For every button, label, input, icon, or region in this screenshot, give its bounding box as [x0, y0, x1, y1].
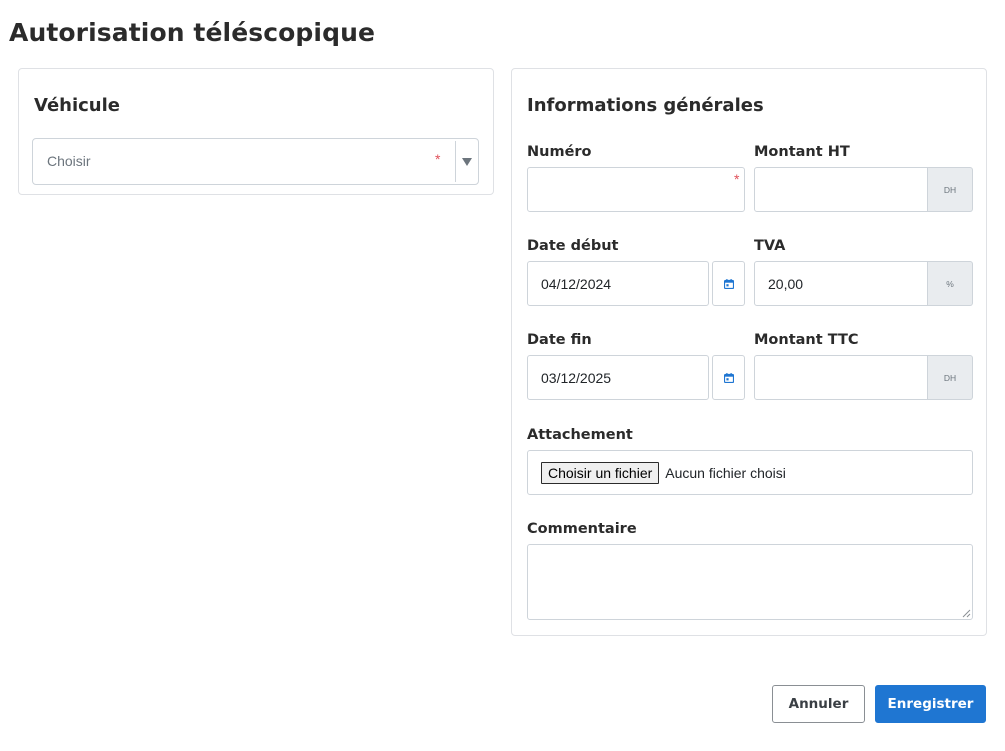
commentaire-textarea[interactable]: [527, 544, 973, 620]
date-debut-calendar-button[interactable]: [712, 261, 745, 306]
attachement-file-input[interactable]: Choisir un fichier Aucun fichier choisi: [527, 450, 973, 495]
vehicle-select[interactable]: Choisir *: [32, 138, 479, 185]
date-fin-label: Date fin: [527, 332, 592, 348]
montant-ht-unit: DH: [928, 167, 973, 212]
cancel-button[interactable]: Annuler: [772, 685, 865, 723]
tva-unit: %: [928, 261, 973, 306]
general-info-title: Informations générales: [527, 95, 764, 116]
date-fin-calendar-button[interactable]: [712, 355, 745, 400]
calendar-icon: [723, 278, 734, 289]
date-fin-input[interactable]: 03/12/2025: [527, 355, 709, 400]
numero-label: Numéro: [527, 144, 592, 160]
date-debut-value: 04/12/2024: [541, 275, 612, 292]
montant-ttc-unit: DH: [928, 355, 973, 400]
resize-grip-icon[interactable]: [961, 608, 971, 618]
numero-input[interactable]: [527, 167, 745, 212]
tva-input[interactable]: 20,00: [754, 261, 928, 306]
attachement-label: Attachement: [527, 427, 633, 443]
montant-ht-label: Montant HT: [754, 144, 850, 160]
date-debut-input[interactable]: 04/12/2024: [527, 261, 709, 306]
numero-required-mark: *: [734, 171, 740, 187]
date-debut-label: Date début: [527, 238, 619, 254]
date-fin-value: 03/12/2025: [541, 369, 612, 386]
tva-value: 20,00: [768, 275, 804, 292]
general-info-card: Informations générales Numéro * Montant …: [511, 68, 987, 636]
calendar-icon: [723, 372, 734, 383]
montant-ttc-input[interactable]: [754, 355, 928, 400]
vehicle-card-title: Véhicule: [34, 95, 121, 116]
tva-label: TVA: [754, 238, 786, 254]
commentaire-label: Commentaire: [527, 521, 637, 537]
vehicle-select-placeholder: Choisir: [47, 153, 91, 169]
choose-file-button[interactable]: Choisir un fichier: [541, 461, 660, 484]
vehicle-card: Véhicule Choisir *: [18, 68, 494, 195]
montant-ht-input[interactable]: [754, 167, 928, 212]
save-button[interactable]: Enregistrer: [875, 685, 986, 723]
caret-down-icon[interactable]: [456, 139, 478, 184]
file-status: Aucun fichier choisi: [665, 464, 786, 481]
required-mark: *: [435, 151, 441, 167]
page-title: Autorisation téléscopique: [9, 18, 376, 47]
montant-ttc-label: Montant TTC: [754, 332, 859, 348]
